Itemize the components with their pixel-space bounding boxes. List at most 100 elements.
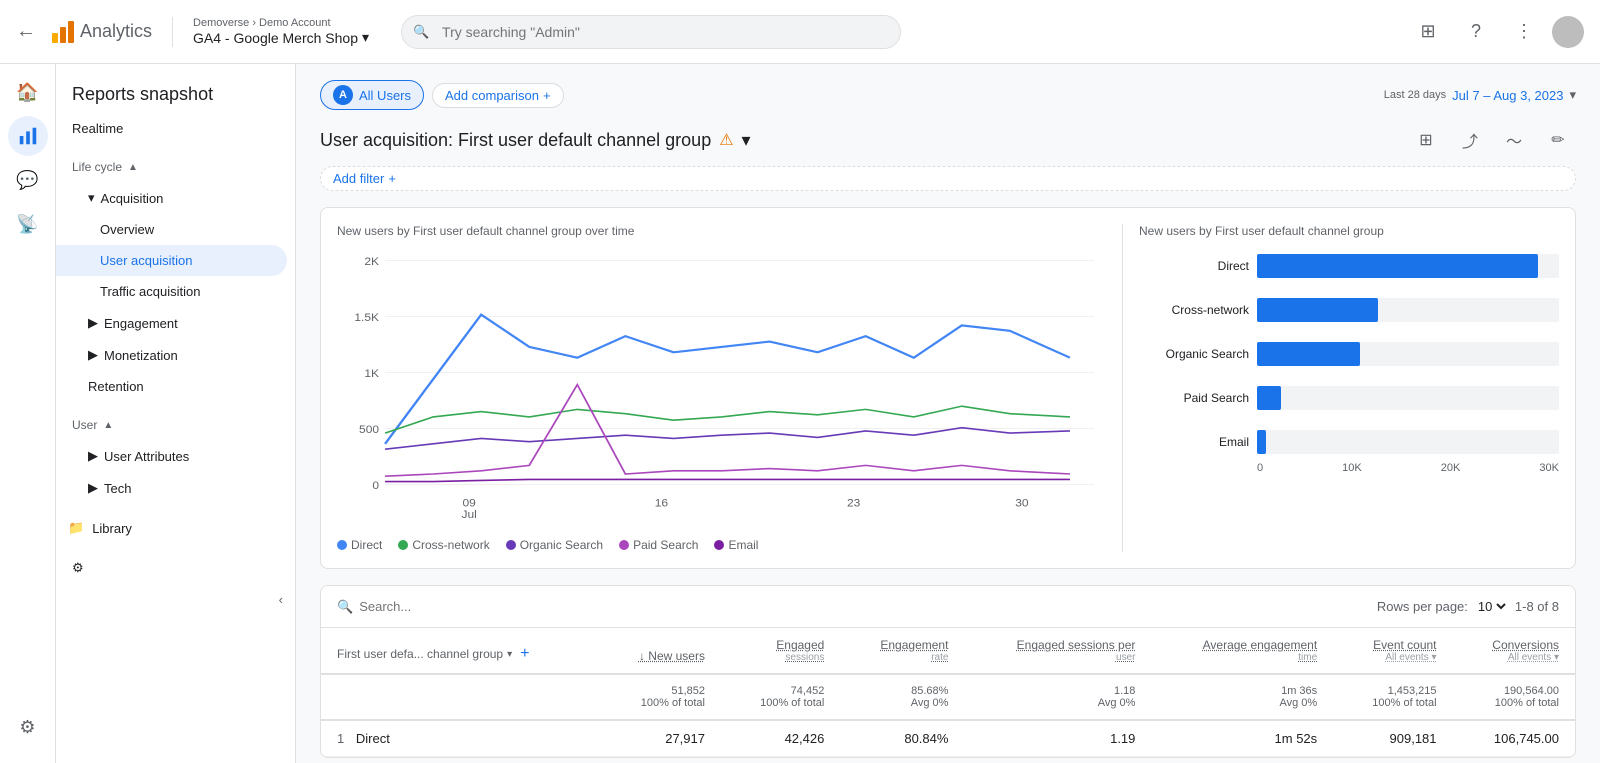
bar-track-organic-search xyxy=(1257,342,1559,366)
date-range-label: Last 28 days xyxy=(1384,89,1446,101)
logo-icon xyxy=(52,21,74,43)
col-new-users-header[interactable]: ↓ New users xyxy=(599,628,721,674)
advertising-icon[interactable]: 📡 xyxy=(8,204,48,244)
legend-organic-search[interactable]: Organic Search xyxy=(506,538,603,552)
bar-track-cross-network xyxy=(1257,298,1559,322)
help-icon[interactable]: ? xyxy=(1456,12,1496,52)
col-engaged-sessions-header[interactable]: Engaged sessions xyxy=(721,628,840,674)
bar-chart-container: New users by First user default channel … xyxy=(1139,224,1559,552)
explore-icon[interactable]: 💬 xyxy=(8,160,48,200)
search-bar[interactable]: 🔍 xyxy=(401,15,901,49)
sidebar-collapse-button[interactable]: ‹ xyxy=(56,584,295,615)
bar-row-direct: Direct xyxy=(1139,254,1559,278)
sidebar-item-retention[interactable]: Retention xyxy=(56,371,287,402)
bar-fill-organic-search xyxy=(1257,342,1360,366)
all-users-icon: A xyxy=(333,85,353,105)
back-button[interactable]: ← xyxy=(16,20,36,43)
sidebar-item-user-attributes[interactable]: ▶ User Attributes xyxy=(56,440,287,472)
add-comparison-button[interactable]: Add comparison + xyxy=(432,83,564,108)
rows-per-page-select[interactable]: 10 25 50 xyxy=(1474,598,1509,615)
svg-text:1.5K: 1.5K xyxy=(354,313,379,324)
col-avg-engagement-header[interactable]: Average engagement time xyxy=(1151,628,1333,674)
share-button[interactable]: ⤴ xyxy=(1452,122,1488,158)
sidebar-item-monetization[interactable]: ▶ Monetization xyxy=(56,339,287,371)
compare-button[interactable]: 〜 xyxy=(1496,122,1532,158)
svg-text:500: 500 xyxy=(359,425,379,436)
edit-chart-button[interactable]: ⊞ xyxy=(1408,122,1444,158)
sidebar-title: Reports snapshot xyxy=(56,72,295,113)
add-filter-icon: + xyxy=(388,171,396,186)
date-range-dropdown-icon: ▾ xyxy=(1569,87,1576,103)
table-search-input[interactable] xyxy=(359,599,559,614)
legend-direct[interactable]: Direct xyxy=(337,538,382,552)
account-name[interactable]: GA4 - Google Merch Shop ▾ xyxy=(193,29,369,46)
account-breadcrumb: Demoverse › Demo Account xyxy=(193,17,369,29)
date-range-selector[interactable]: Last 28 days Jul 7 – Aug 3, 2023 ▾ xyxy=(1384,87,1576,103)
row-engaged-sessions: 42,426 xyxy=(721,720,840,757)
user-attributes-expand: ▶ xyxy=(88,448,98,464)
add-filter-button[interactable]: Add filter + xyxy=(320,166,1576,191)
sort-icon: ▾ xyxy=(507,649,512,660)
search-input[interactable] xyxy=(401,15,901,49)
pencil-button[interactable]: ✏ xyxy=(1540,122,1576,158)
avatar[interactable] xyxy=(1552,16,1584,48)
main-layout: 🏠 💬 📡 ⚙ Reports snapshot Realtime Life c… xyxy=(0,64,1600,763)
table-search-icon: 🔍 xyxy=(337,599,353,615)
col-sessions-per-user-header[interactable]: Engaged sessions per user xyxy=(964,628,1151,674)
all-users-chip[interactable]: A All Users xyxy=(320,80,424,110)
apps-icon[interactable]: ⊞ xyxy=(1408,12,1448,52)
row-conversions: 106,745.00 xyxy=(1453,720,1575,757)
totals-row: 51,852 100% of total 74,452 100% of tota… xyxy=(321,674,1575,720)
totals-avg-engagement: 1m 36s Avg 0% xyxy=(1151,674,1333,720)
legend-paid-search[interactable]: Paid Search xyxy=(619,538,698,552)
svg-text:2K: 2K xyxy=(364,257,379,268)
sidebar-item-realtime[interactable]: Realtime xyxy=(56,113,287,144)
row-avg-engagement: 1m 52s xyxy=(1151,720,1333,757)
col-event-count-header[interactable]: Event count All events ▾ xyxy=(1333,628,1452,674)
bar-label-paid-search: Paid Search xyxy=(1139,391,1249,405)
chart-legend: Direct Cross-network Organic Search xyxy=(337,538,1106,552)
bar-label-direct: Direct xyxy=(1139,259,1249,273)
bar-track-direct xyxy=(1257,254,1559,278)
sidebar-item-traffic-acquisition[interactable]: Traffic acquisition xyxy=(56,276,287,307)
lifecycle-chevron: ▲ xyxy=(128,162,138,173)
bar-label-organic-search: Organic Search xyxy=(1139,347,1249,361)
sidebar-item-acquisition[interactable]: ▾ Acquisition xyxy=(56,182,287,214)
bar-label-cross-network: Cross-network xyxy=(1139,303,1249,317)
sidebar-library[interactable]: 📁 Library xyxy=(56,520,295,536)
add-column-button[interactable]: + xyxy=(520,645,529,663)
x-label-30k: 30K xyxy=(1539,462,1559,474)
legend-cross-network[interactable]: Cross-network xyxy=(398,538,489,552)
col-conversions-header[interactable]: Conversions All events ▾ xyxy=(1453,628,1575,674)
legend-email[interactable]: Email xyxy=(714,538,758,552)
col-engagement-rate-header[interactable]: Engagement rate xyxy=(840,628,964,674)
sidebar-item-engagement[interactable]: ▶ Engagement xyxy=(56,307,287,339)
col-channel-header[interactable]: First user defa... channel group ▾ + xyxy=(321,628,599,674)
x-label-0: 0 xyxy=(1257,462,1263,474)
sidebar-item-user-acquisition[interactable]: User acquisition xyxy=(56,245,287,276)
chart-title-dropdown-icon[interactable]: ▾ xyxy=(742,130,751,151)
account-info: Demoverse › Demo Account GA4 - Google Me… xyxy=(193,17,369,46)
settings-icon[interactable]: ⚙ xyxy=(8,707,48,747)
bar-chart: Direct Cross-network Organ xyxy=(1139,254,1559,454)
sidebar-settings[interactable]: ⚙ xyxy=(56,552,295,584)
sidebar-item-tech[interactable]: ▶ Tech xyxy=(56,472,287,504)
row-event-count: 909,181 xyxy=(1333,720,1452,757)
engagement-expand-icon: ▶ xyxy=(88,315,98,331)
table-header-row: First user defa... channel group ▾ + ↓ N… xyxy=(321,628,1575,674)
reports-icon[interactable] xyxy=(8,116,48,156)
more-options-icon[interactable]: ⋮ xyxy=(1504,12,1544,52)
account-dropdown-icon[interactable]: ▾ xyxy=(362,29,369,46)
home-icon[interactable]: 🏠 xyxy=(8,72,48,112)
icon-rail: 🏠 💬 📡 ⚙ xyxy=(0,64,56,763)
bar-row-cross-network: Cross-network xyxy=(1139,298,1559,322)
user-chevron: ▲ xyxy=(103,420,113,431)
row-channel[interactable]: 1 Direct xyxy=(321,720,599,757)
library-folder-icon: 📁 xyxy=(68,520,84,536)
table-search[interactable]: 🔍 xyxy=(337,599,1369,615)
sidebar-section-user: User ▲ xyxy=(56,410,295,440)
svg-text:09: 09 xyxy=(462,498,475,509)
sidebar-item-overview[interactable]: Overview xyxy=(56,214,287,245)
line-chart-container: New users by First user default channel … xyxy=(337,224,1106,552)
bar-chart-subtitle: New users by First user default channel … xyxy=(1139,224,1559,238)
